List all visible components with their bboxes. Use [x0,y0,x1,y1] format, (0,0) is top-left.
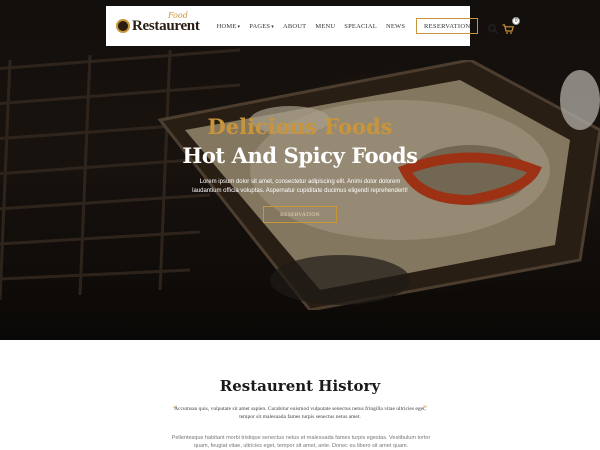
history-quote: Accumsan quis, vulputate sit amet sapien… [174,406,426,420]
site-logo[interactable]: Restaurent Food [116,11,200,40]
logo-text: Restaurent [132,17,200,34]
hero-banner: Delicious Foods Hot And Spicy Foods Lore… [0,0,600,340]
chevron-down-icon: ▾ [271,24,274,30]
site-header: Restaurent Food HOME▾ PAGES▾ ABOUT MENU … [106,6,521,46]
main-nav: HOME▾ PAGES▾ ABOUT MENU SPEACIAL NEWS RE… [217,18,479,34]
nav-label: HOME [216,22,237,30]
quote-close-icon: ” [423,404,427,414]
history-heading: Restaurent History [219,377,381,395]
hero-reservation-button[interactable]: RESERVATION [263,206,337,223]
nav-item-about[interactable]: ABOUT [283,23,306,30]
nav-item-pages[interactable]: PAGES▾ [249,23,274,30]
reservation-button[interactable]: RESERVATION [416,18,479,34]
hero-title: Hot And Spicy Foods [182,143,418,168]
hero-overlay [0,0,600,340]
nav-item-home[interactable]: HOME▾ [217,23,241,30]
chevron-down-icon: ▾ [237,24,241,30]
hero-description: Lorem ipsum dolor sit amet, consectetur … [192,179,408,194]
logo-emblem-icon [116,19,130,33]
search-icon[interactable] [488,21,498,34]
nav-label: PAGES [249,22,271,30]
history-text: Pellentesque habitant morbi tristique se… [171,435,431,449]
logo-script: Food [168,11,188,20]
nav-item-news[interactable]: NEWS [386,23,405,30]
nav-item-special[interactable]: SPEACIAL [344,23,377,30]
cart-icon[interactable]: 0 [502,17,521,34]
nav-item-menu[interactable]: MENU [315,23,335,30]
hero-subtitle: Delicious Foods [207,114,393,139]
